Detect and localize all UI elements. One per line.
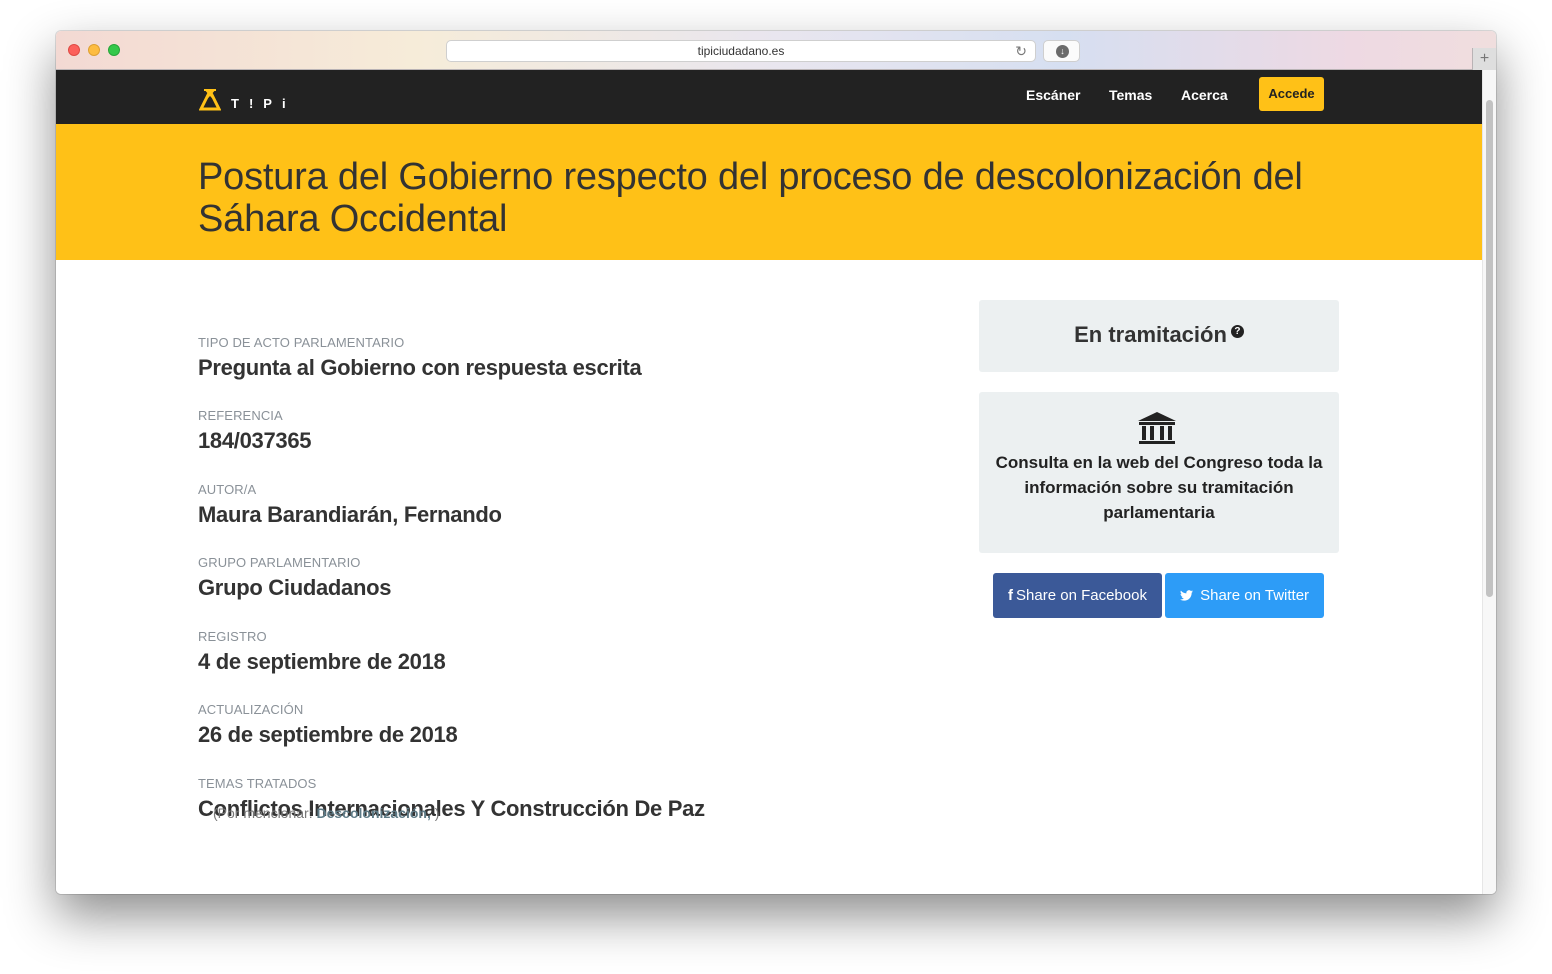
field-value-grupo: Grupo Ciudadanos: [198, 575, 392, 600]
browser-titlebar: tipiciudadano.es ↻ ↓ +: [56, 31, 1496, 70]
download-icon: ↓: [1056, 45, 1069, 58]
field-label-grupo: GRUPO PARLAMENTARIO: [198, 555, 361, 570]
help-icon[interactable]: ?: [1230, 324, 1244, 338]
status-text: En tramitación: [1074, 322, 1227, 347]
field-label-actualizacion: ACTUALIZACIÓN: [198, 702, 304, 717]
field-label-referencia: REFERENCIA: [198, 408, 283, 423]
browser-window: tipiciudadano.es ↻ ↓ + T!Pi Escáner Tema…: [56, 31, 1496, 894]
nav-link-temas[interactable]: Temas: [1109, 87, 1152, 103]
share-facebook-label: Share on Facebook: [1016, 587, 1147, 604]
nav-link-escaner[interactable]: Escáner: [1026, 87, 1080, 103]
tent-logo-icon: [199, 89, 221, 111]
field-value-registro: 4 de septiembre de 2018: [198, 649, 446, 674]
logo-wordmark: T!Pi: [231, 96, 296, 111]
site-navbar: T!Pi Escáner Temas Acerca Accede: [56, 70, 1482, 124]
mention-suffix: ): [434, 805, 440, 821]
login-button[interactable]: Accede: [1259, 77, 1324, 111]
close-window-button[interactable]: [68, 44, 80, 56]
site-logo[interactable]: T!Pi: [199, 87, 296, 111]
field-value-actualizacion: 26 de septiembre de 2018: [198, 722, 458, 747]
share-twitter-label: Share on Twitter: [1200, 587, 1310, 604]
reload-icon[interactable]: ↻: [1015, 41, 1027, 61]
field-value-tipo: Pregunta al Gobierno con respuesta escri…: [198, 355, 642, 380]
zoom-window-button[interactable]: [108, 44, 120, 56]
field-value-referencia: 184/037365: [198, 428, 312, 453]
twitter-icon: [1179, 587, 1197, 604]
title-banner: Postura del Gobierno respecto del proces…: [56, 124, 1482, 260]
field-label-temas: TEMAS TRATADOS: [198, 776, 317, 791]
share-facebook-button[interactable]: f Share on Facebook: [993, 573, 1162, 618]
mention-line: (Por mencionar: Descolonización, ): [213, 805, 439, 821]
facebook-icon: f: [1008, 587, 1014, 604]
downloads-button[interactable]: ↓: [1043, 40, 1080, 62]
scrollbar-thumb[interactable]: [1486, 100, 1493, 597]
field-label-registro: REGISTRO: [198, 629, 267, 644]
status-text-wrap: En tramitación?: [979, 322, 1339, 348]
congress-link-panel[interactable]: Consulta en la web del Congreso toda la …: [979, 392, 1339, 553]
page-title: Postura del Gobierno respecto del proces…: [198, 156, 1303, 240]
address-bar-url: tipiciudadano.es: [697, 44, 785, 58]
minimize-window-button[interactable]: [88, 44, 100, 56]
share-twitter-button[interactable]: Share on Twitter: [1165, 573, 1324, 618]
status-panel: En tramitación?: [979, 300, 1339, 372]
mention-link-descolonizacion[interactable]: Descolonización,: [316, 805, 430, 821]
mention-prefix: (Por mencionar:: [213, 805, 313, 821]
address-bar[interactable]: tipiciudadano.es ↻: [446, 40, 1036, 62]
new-tab-button[interactable]: +: [1472, 48, 1496, 70]
field-label-autor: AUTOR/A: [198, 482, 257, 497]
congress-link-text: Consulta en la web del Congreso toda la …: [995, 453, 1323, 522]
field-value-autor: Maura Barandiarán, Fernando: [198, 502, 502, 527]
nav-link-acerca[interactable]: Acerca: [1181, 87, 1228, 103]
field-label-tipo: TIPO DE ACTO PARLAMENTARIO: [198, 335, 405, 350]
page-viewport: T!Pi Escáner Temas Acerca Accede Postura…: [56, 70, 1496, 894]
institution-building-icon: [1138, 412, 1176, 444]
